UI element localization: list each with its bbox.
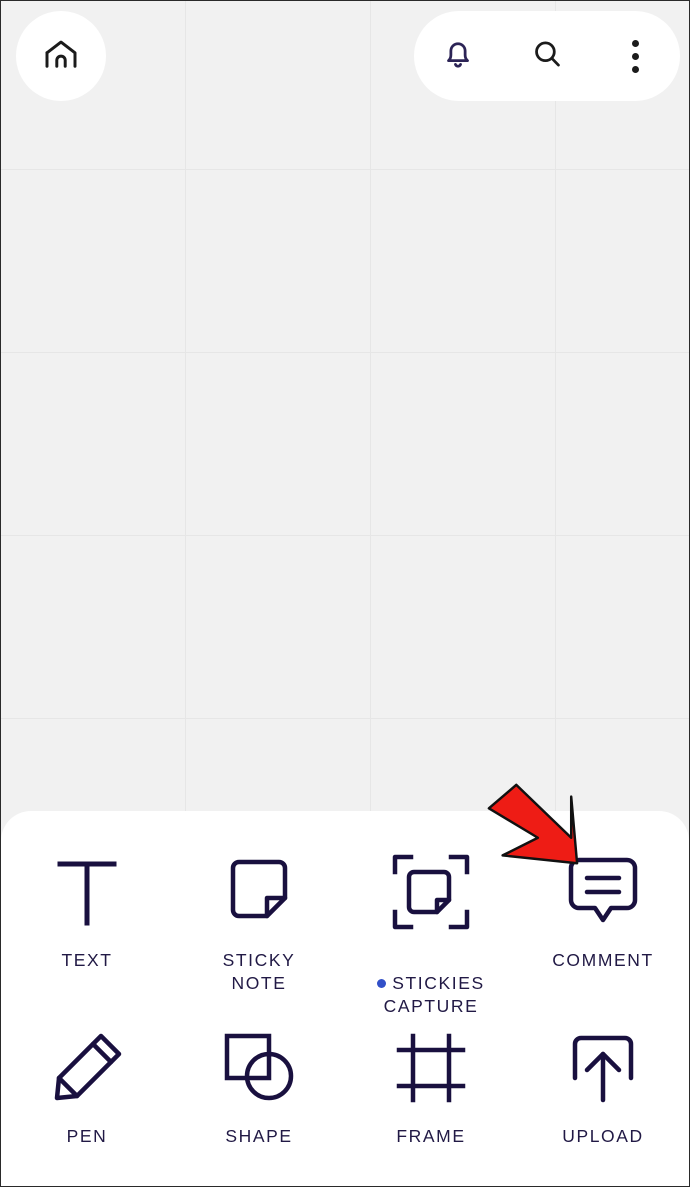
shape-square-circle-icon	[219, 1025, 299, 1111]
tool-sticky-note[interactable]: STICKY NOTE	[173, 849, 345, 1025]
tool-row-1: TEXT STICKY NOTE STICKIES CAPTURE COMMEN…	[1, 849, 689, 1025]
tool-stickies-capture[interactable]: STICKIES CAPTURE	[345, 849, 517, 1025]
tool-palette: TEXT STICKY NOTE STICKIES CAPTURE COMMEN…	[1, 811, 689, 1186]
app-screen: TEXT STICKY NOTE STICKIES CAPTURE COMMEN…	[0, 0, 690, 1187]
text-t-icon	[52, 849, 122, 935]
tool-comment[interactable]: COMMENT	[517, 849, 689, 1025]
tool-shape[interactable]: SHAPE	[173, 1025, 345, 1175]
tool-text[interactable]: TEXT	[1, 849, 173, 1025]
more-options-button[interactable]	[605, 25, 667, 87]
home-button[interactable]	[16, 11, 106, 101]
tool-label-frame: FRAME	[396, 1126, 466, 1146]
home-icon	[40, 33, 82, 80]
status-badge-dot	[377, 978, 387, 988]
upload-arrow-icon	[565, 1025, 641, 1111]
topbar-actions-pill	[414, 11, 680, 101]
pen-icon	[49, 1025, 125, 1111]
tool-label-comment: COMMENT	[552, 950, 654, 970]
tool-label-sticky-note: STICKY NOTE	[222, 950, 296, 993]
stickies-capture-icon	[390, 849, 472, 935]
tool-row-2: PEN SHAPE FRAME UPLOAD	[1, 1025, 689, 1175]
tool-label-stickies-capture: STICKIES CAPTURE	[377, 949, 485, 1018]
bell-icon	[439, 35, 477, 78]
search-icon	[528, 35, 566, 78]
tool-upload[interactable]: UPLOAD	[517, 1025, 689, 1175]
sticky-note-icon	[223, 849, 295, 935]
tool-label-pen: PEN	[66, 1126, 108, 1146]
tool-label-upload: UPLOAD	[562, 1126, 644, 1146]
tool-frame[interactable]: FRAME	[345, 1025, 517, 1175]
frame-icon	[393, 1025, 469, 1111]
notifications-button[interactable]	[427, 25, 489, 87]
three-dots-vertical-icon	[632, 39, 640, 73]
comment-bubble-icon	[563, 849, 643, 935]
tool-label-stickies-capture-text: STICKIES CAPTURE	[383, 973, 485, 1016]
search-button[interactable]	[516, 25, 578, 87]
tool-label-shape: SHAPE	[225, 1126, 293, 1146]
tool-pen[interactable]: PEN	[1, 1025, 173, 1175]
tool-label-text: TEXT	[61, 950, 113, 970]
